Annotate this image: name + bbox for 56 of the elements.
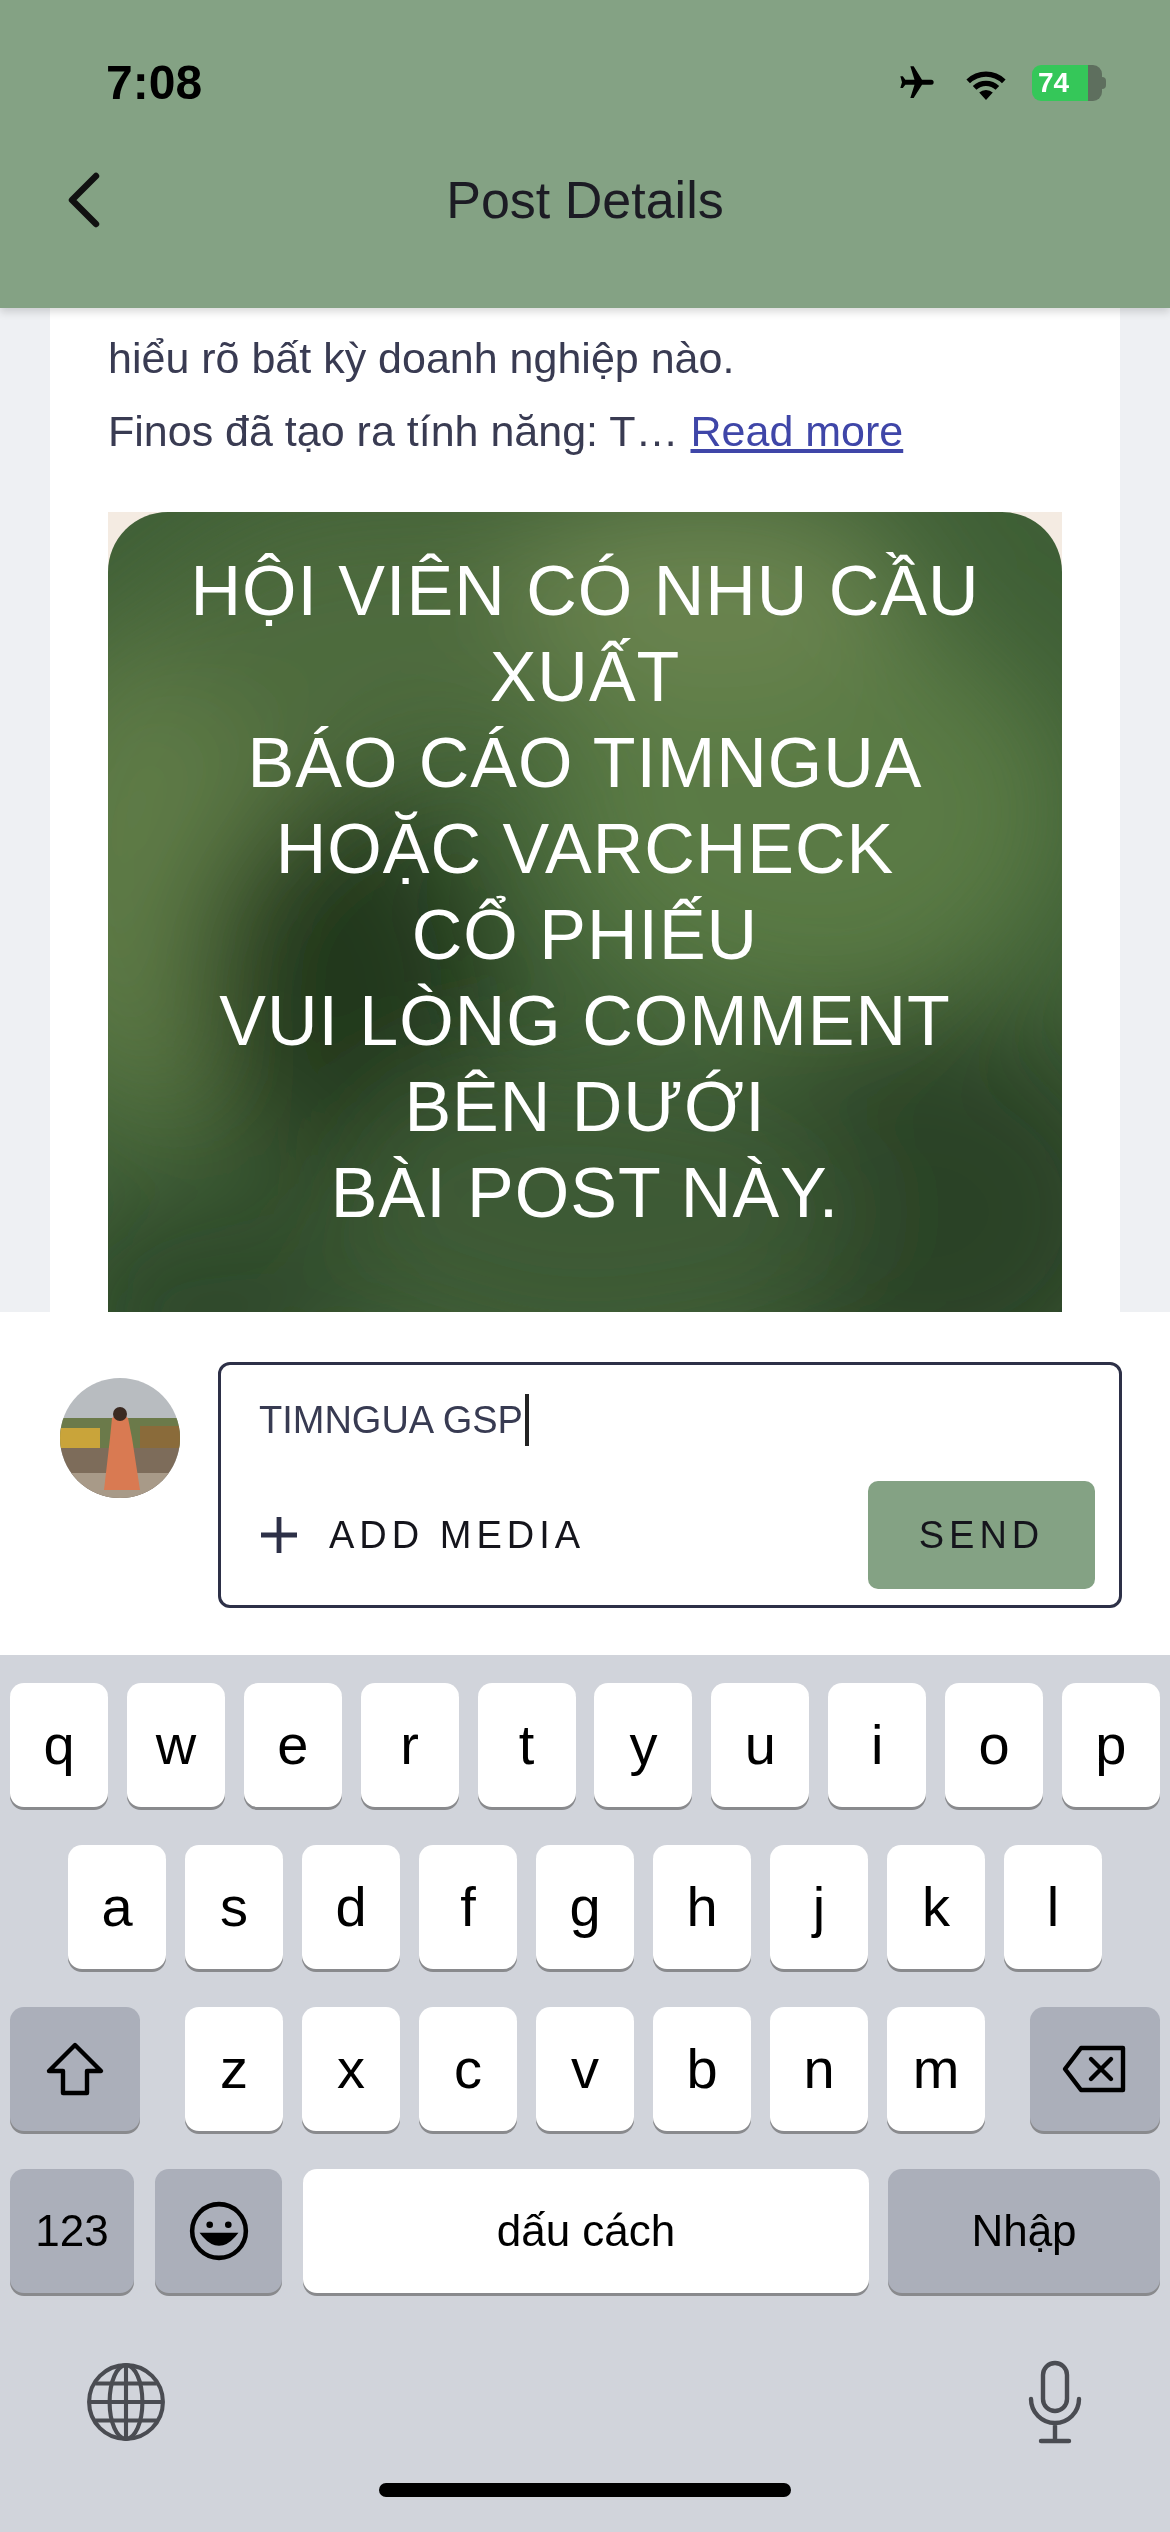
return-key[interactable]: Nhập bbox=[888, 2169, 1160, 2293]
keyboard-key[interactable]: e bbox=[243, 1683, 342, 1807]
keyboard-key[interactable]: k bbox=[887, 1845, 985, 1969]
image-caption: BÊN DƯỚI bbox=[404, 1067, 766, 1148]
send-button[interactable]: SEND bbox=[868, 1481, 1095, 1589]
image-caption: BÁO CÁO TIMNGUA bbox=[247, 723, 923, 804]
shift-key[interactable] bbox=[10, 2007, 140, 2131]
read-more-link[interactable]: Read more bbox=[690, 395, 904, 468]
text-cursor bbox=[524, 1394, 529, 1446]
keyboard-key[interactable]: z bbox=[185, 2007, 283, 2131]
keyboard-key[interactable]: f bbox=[419, 1845, 517, 1969]
keyboard-key[interactable]: r bbox=[360, 1683, 459, 1807]
keyboard-key[interactable]: d bbox=[302, 1845, 400, 1969]
keyboard-key[interactable]: v bbox=[536, 2007, 634, 2131]
keyboard-key[interactable]: m bbox=[887, 2007, 985, 2131]
post-text: hiểu rõ bất kỳ doanh nghiệp nào. bbox=[108, 333, 736, 384]
keyboard-key[interactable]: u bbox=[711, 1683, 810, 1807]
image-caption: XUẤT bbox=[489, 637, 681, 718]
image-caption: VUI LÒNG COMMENT bbox=[219, 981, 951, 1062]
space-key[interactable]: dấu cách bbox=[303, 2169, 869, 2293]
image-caption: HOẶC VARCHECK bbox=[275, 809, 895, 890]
keyboard-key[interactable]: j bbox=[770, 1845, 868, 1969]
shift-icon bbox=[45, 2041, 105, 2097]
keyboard-key[interactable]: b bbox=[653, 2007, 751, 2131]
globe-icon[interactable] bbox=[85, 2361, 167, 2443]
page-title: Post Details bbox=[446, 170, 724, 231]
keyboard-key[interactable]: a bbox=[68, 1845, 166, 1969]
image-caption: BÀI POST NÀY. bbox=[330, 1153, 840, 1234]
keyboard-key[interactable]: c bbox=[419, 2007, 517, 2131]
post-text: Finos đã tạo ra tính năng: T… bbox=[108, 406, 679, 457]
add-media-button[interactable]: ADD MEDIA bbox=[259, 1506, 586, 1564]
comment-text: TIMNGUA GSP bbox=[259, 1397, 523, 1443]
backspace-key[interactable] bbox=[1030, 2007, 1160, 2131]
comment-field[interactable]: TIMNGUA GSP ADD MEDIA SEND bbox=[218, 1362, 1122, 1608]
plus-icon bbox=[259, 1515, 299, 1555]
keyboard-key[interactable]: o bbox=[945, 1683, 1043, 1807]
keyboard-key[interactable]: p bbox=[1061, 1683, 1160, 1807]
image-caption: HỘI VIÊN CÓ NHU CẦU bbox=[190, 551, 980, 632]
battery-tip-icon bbox=[1102, 77, 1106, 89]
keyboard-key[interactable]: l bbox=[1004, 1845, 1102, 1969]
keyboard-key[interactable]: q bbox=[10, 1683, 108, 1807]
keyboard-key[interactable]: h bbox=[653, 1845, 751, 1969]
keyboard-key[interactable]: w bbox=[126, 1683, 225, 1807]
keyboard-key[interactable]: s bbox=[185, 1845, 283, 1969]
battery-indicator: 74 bbox=[1032, 65, 1102, 101]
smiley-icon bbox=[187, 2200, 250, 2262]
status-time: 7:08 bbox=[106, 55, 203, 111]
keyboard-key[interactable]: n bbox=[770, 2007, 868, 2131]
image-caption: CỔ PHIẾU bbox=[411, 894, 759, 976]
emoji-key[interactable] bbox=[155, 2169, 282, 2293]
keyboard-key[interactable]: t bbox=[477, 1683, 576, 1807]
keyboard-key[interactable]: x bbox=[302, 2007, 400, 2131]
keyboard-key[interactable]: y bbox=[594, 1683, 693, 1807]
keyboard-key[interactable]: i bbox=[828, 1683, 927, 1807]
numbers-key[interactable]: 123 bbox=[10, 2169, 134, 2293]
keyboard-key[interactable]: g bbox=[536, 1845, 634, 1969]
